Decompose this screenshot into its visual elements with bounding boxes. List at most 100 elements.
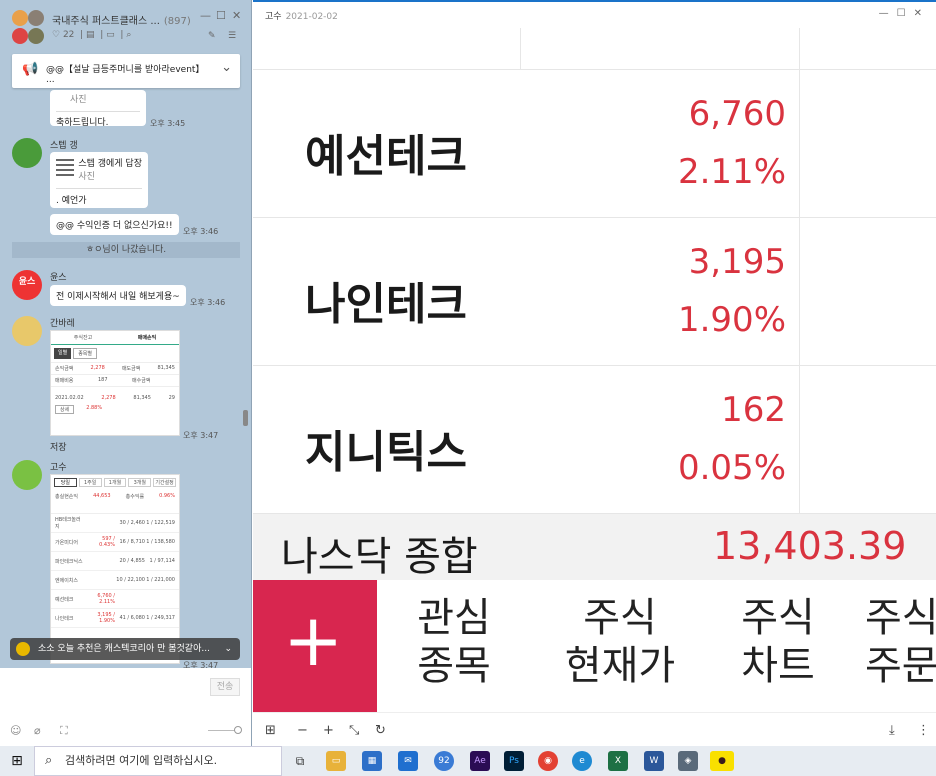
app-icon[interactable]: ◈ [678, 751, 698, 771]
sender-name: 고수 [50, 463, 67, 473]
stock-change: 2.11% [677, 152, 786, 192]
card2-row: 가온미디어 597 / 0.43% 16 / 8,710 1 / 138,580 [51, 533, 179, 552]
capture-icon[interactable]: ⛶ [60, 724, 68, 738]
card2-cell: 6,760 / 2.11% [97, 593, 115, 605]
avatar[interactable] [12, 138, 42, 168]
card2-cell: 10 / 22,100 [116, 577, 145, 583]
save-label[interactable]: 저장 [50, 440, 67, 453]
stock-price: 6,760 [688, 94, 786, 134]
kakaotalk-icon[interactable]: ● [710, 751, 734, 771]
file-explorer-icon[interactable]: ▭ [326, 751, 346, 771]
rotate-icon[interactable]: ↻ [375, 723, 386, 738]
download-icon[interactable]: ⤓ [889, 723, 895, 738]
chat-title: 국내주식 퍼스트클래스 ... (897) [52, 16, 191, 27]
card2-cell: 1 / 97,114 [149, 558, 175, 564]
viewer-toolbar: ⊞ − + ⤡ ↻ ⤓ ⋮ [253, 712, 936, 748]
attach-icon[interactable]: ⌀ [34, 724, 41, 737]
card2-cell: 597 / 0.43% [99, 536, 115, 548]
stock-change: 1.90% [677, 300, 786, 340]
card2-cell: 1 / 249,317 [146, 615, 175, 621]
chat-scrollbar[interactable] [243, 410, 248, 426]
close-icon[interactable]: ✕ [914, 8, 930, 19]
card2-cell: 1 / 221,000 [146, 577, 175, 583]
profile-avatar-2 [28, 10, 44, 26]
card2-row: 나인테크 3,195 / 1.90% 41 / 6,080 1 / 249,317 [51, 609, 179, 628]
card2-cell: 나인테크 [55, 615, 74, 622]
profile-avatar-1 [12, 10, 28, 26]
after-effects-icon[interactable]: Ae [470, 751, 490, 771]
slider-handle[interactable] [234, 726, 242, 734]
card2-row: HB테크놀러지 30 / 2,460 1 / 122,519 [51, 514, 179, 533]
app-icon[interactable]: 92 [434, 751, 454, 771]
app-bottom-menu: + 관심 종목 주식 현재가 주식 차트 주식 주문 ︿ [253, 580, 936, 712]
system-message: ㅎㅇ님이 나갔습니다. [12, 242, 240, 258]
minimize-icon[interactable]: — [879, 8, 897, 19]
chevron-down-icon[interactable]: ⌄ [221, 60, 232, 75]
chat-header: 국내주식 퍼스트클래스 ... (897) — ☐ ✕ ♡ 22 | ▤ | ▭ … [0, 0, 251, 50]
reply-message[interactable]: 스텝 갱에게 답장 사진 . 예언가 [50, 152, 148, 208]
close-icon[interactable]: ✕ [232, 9, 241, 22]
table-header-row [253, 28, 936, 70]
message-input-area[interactable]: 전송 ☺ ⌀ ⛶ [0, 668, 251, 746]
card2-cell: 엔에이치스 [55, 577, 79, 584]
message-time: 오후 3:47 [183, 431, 219, 440]
stock-name: 나인테크 [305, 279, 467, 330]
zoom-in-icon[interactable]: + [323, 723, 334, 738]
message-bubble[interactable]: 사진 축하드립니다. [50, 90, 146, 128]
image-viewer-window: 고수 2021-02-02 —☐✕ 예선테크 6,760 2.11% 나인테크 3… [253, 0, 936, 748]
heart-icon[interactable]: ♡ [52, 30, 60, 40]
zoom-out-icon[interactable]: − [297, 723, 308, 738]
desktop: 국내주식 퍼스트클래스 ... (897) — ☐ ✕ ♡ 22 | ▤ | ▭ … [0, 0, 936, 776]
more-icon[interactable]: ⋮ [917, 723, 930, 738]
profile-avatar-4 [28, 28, 44, 44]
card2-cell: 예선테크 [55, 596, 74, 603]
stock-row: 예선테크 6,760 2.11% [253, 70, 936, 218]
calendar-icon[interactable]: ▤ [86, 30, 95, 40]
stock-price: 3,195 [688, 242, 786, 282]
message-time: 오후 3:46 [190, 298, 226, 307]
word-icon[interactable]: W [644, 751, 664, 771]
store-icon[interactable]: ▦ [362, 751, 382, 771]
chevron-down-icon[interactable]: ⌄ [224, 638, 232, 660]
edge-icon[interactable]: e [572, 751, 592, 771]
emoji-icon[interactable]: ☺ [10, 724, 21, 737]
viewer-image: 예선테크 6,760 2.11% 나인테크 3,195 1.90% 지니틱스 1… [253, 28, 936, 712]
message-bubble[interactable]: @@ 수익인증 더 없으신가요!! [50, 214, 179, 235]
screenshot-image-2[interactable]: 당일 1주일 1개월 3개월 기간설정 총실현손익 44,653 총수익률 0.96%… [50, 474, 180, 664]
maximize-icon[interactable]: ☐ [216, 9, 226, 22]
chrome-icon[interactable]: ◉ [538, 751, 558, 771]
photoshop-icon[interactable]: Ps [504, 751, 524, 771]
profile-avatar-3 [12, 28, 28, 44]
avatar[interactable] [12, 460, 42, 490]
excel-icon[interactable]: X [608, 751, 628, 771]
notice-banner[interactable]: 📢 @@【설날 급등주머니를 받아라event】... ⌄ [12, 54, 240, 88]
search-icon[interactable]: ⌕ [126, 30, 131, 40]
minimize-icon[interactable]: — [200, 9, 211, 22]
card2-cell: 3,195 / 1.90% [97, 612, 115, 624]
fit-icon[interactable]: ⤡ [349, 723, 359, 738]
album-icon[interactable]: ▭ [106, 30, 115, 40]
edit-icon[interactable]: ✎ [208, 31, 216, 41]
plus-icon: + [283, 598, 344, 682]
task-view-icon[interactable]: ⧉ [290, 751, 310, 771]
avatar[interactable]: 윤스 [12, 270, 42, 300]
card2-cell: 가온미디어 [55, 539, 79, 546]
send-button[interactable]: 전송 [210, 678, 240, 696]
screenshot-image-1[interactable]: 주식잔고 매매손익 일별 종목별 손익금액 2,278 매도금액 81,345 매매비… [50, 330, 180, 436]
card2-row: 예선테크 6,760 / 2.11% [51, 590, 179, 609]
message-time: 오후 3:46 [183, 227, 219, 236]
stock-change: 0.05% [677, 448, 786, 488]
taskbar: ⊞ ⌕ 검색하려면 여기에 입력하십시오. ⧉ ▭ ▦ ✉ 92 Ae Ps ◉… [0, 746, 936, 776]
menu-icon[interactable]: ☰ [228, 31, 236, 41]
grid-icon[interactable]: ⊞ [265, 723, 276, 738]
index-name: 나스닥 종합 [281, 534, 478, 580]
taskbar-search[interactable]: ⌕ 검색하려면 여기에 입력하십시오. [34, 746, 282, 776]
avatar[interactable] [12, 316, 42, 346]
message-bubble[interactable]: 전 이제시작해서 내일 해보게용~ [50, 285, 186, 306]
mail-icon[interactable]: ✉ [398, 751, 418, 771]
toast-avatar [16, 642, 30, 656]
maximize-icon[interactable]: ☐ [897, 8, 914, 19]
stock-name: 예선테크 [305, 131, 467, 182]
windows-start-icon[interactable]: ⊞ [0, 746, 34, 776]
new-message-toast[interactable]: 소소 오늘 추천은 캐스텍코리아 만 봄것같아... ⌄ [10, 638, 240, 660]
